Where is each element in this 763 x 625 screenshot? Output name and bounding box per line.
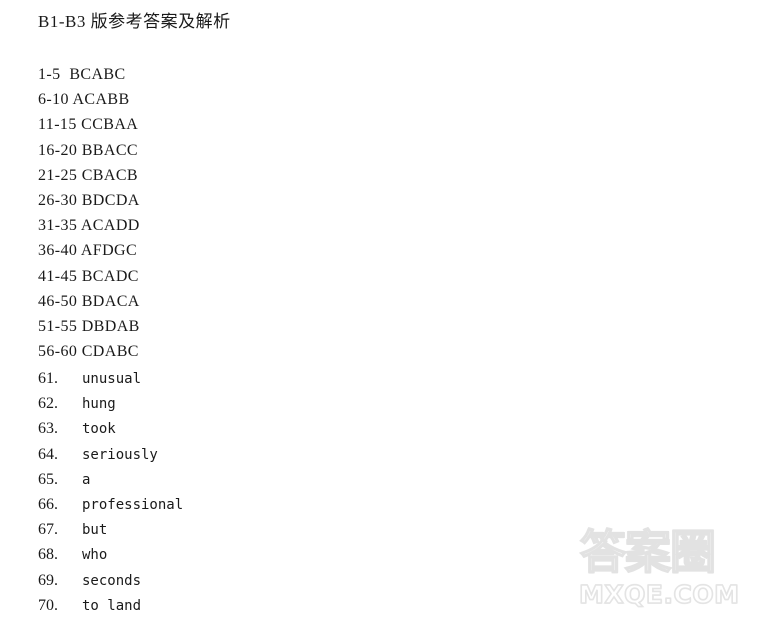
blank-answer-line: 65. a (38, 467, 458, 492)
blank-answer-line: 70. to land (38, 593, 458, 618)
blank-number: 65. (38, 470, 58, 488)
page-title: B1-B3 版参考答案及解析 (38, 12, 231, 31)
answer-line: 16-20 BBACC (38, 141, 138, 159)
blank-word: took (82, 421, 116, 438)
blank-answer-line: 67. but (38, 517, 458, 542)
blank-answer-line: 62. hung (38, 391, 458, 416)
answer-line: 21-25 CBACB (38, 166, 138, 184)
blank-answer-line: 64. seriously (38, 442, 458, 467)
document-page: B1-B3 版参考答案及解析 1-5 BCABC 6-10 ACABB 11-15 … (0, 0, 763, 625)
blank-number: 67. (38, 521, 58, 539)
answer-line: 26-30 BDCDA (38, 191, 140, 209)
watermark: 答案圈 MXQE.COM (576, 524, 756, 616)
answer-line: 56-60 CDABC (38, 343, 139, 361)
blank-answer-line: 69. seconds (38, 568, 458, 593)
blank-answer-line: 61. unusual (38, 366, 458, 391)
blank-word: but (82, 522, 108, 539)
answer-line: 11-15 CCBAA (38, 116, 139, 134)
blank-number: 68. (38, 546, 58, 564)
blank-word: professional (82, 496, 184, 513)
answer-line: 51-55 DBDAB (38, 317, 140, 335)
blank-number: 70. (38, 596, 58, 614)
blank-number: 63. (38, 420, 58, 438)
blank-answer-line: 66. professional (38, 492, 458, 517)
blank-word: who (82, 547, 108, 564)
answer-line: 1-5 BCABC (38, 66, 126, 83)
watermark-site-text: MXQE.COM (578, 579, 740, 610)
blank-number: 69. (38, 571, 58, 589)
blank-answer-line: 63. took (38, 416, 458, 441)
answer-line: 31-35 ACADD (38, 217, 140, 235)
blank-word: unusual (82, 371, 142, 387)
multiple-choice-answer-list: 1-5 BCABC 6-10 ACABB 11-15 CCBAA 16-20 BBAC… (38, 62, 458, 364)
blank-number: 62. (38, 395, 58, 413)
blank-word: seconds (82, 572, 142, 589)
watermark-chinese-text: 答案圈 (579, 524, 717, 580)
fill-in-blank-answer-list: 61. unusual 62. hung 63. took 64. seriously 65. a… (38, 366, 458, 618)
blank-number: 66. (38, 495, 58, 513)
answer-line: 41-45 BCADC (38, 267, 139, 285)
answer-line: 36-40 AFDGC (38, 242, 138, 260)
blank-number: 61. (38, 370, 58, 387)
blank-word: to land (82, 597, 142, 614)
blank-word: a (82, 471, 91, 488)
blank-number: 64. (38, 445, 58, 463)
blank-word: seriously (82, 446, 158, 463)
answer-line: 46-50 BDACA (38, 292, 140, 310)
answer-line: 6-10 ACABB (38, 91, 130, 109)
blank-answer-line: 68. who (38, 542, 458, 567)
blank-word: hung (82, 396, 116, 413)
